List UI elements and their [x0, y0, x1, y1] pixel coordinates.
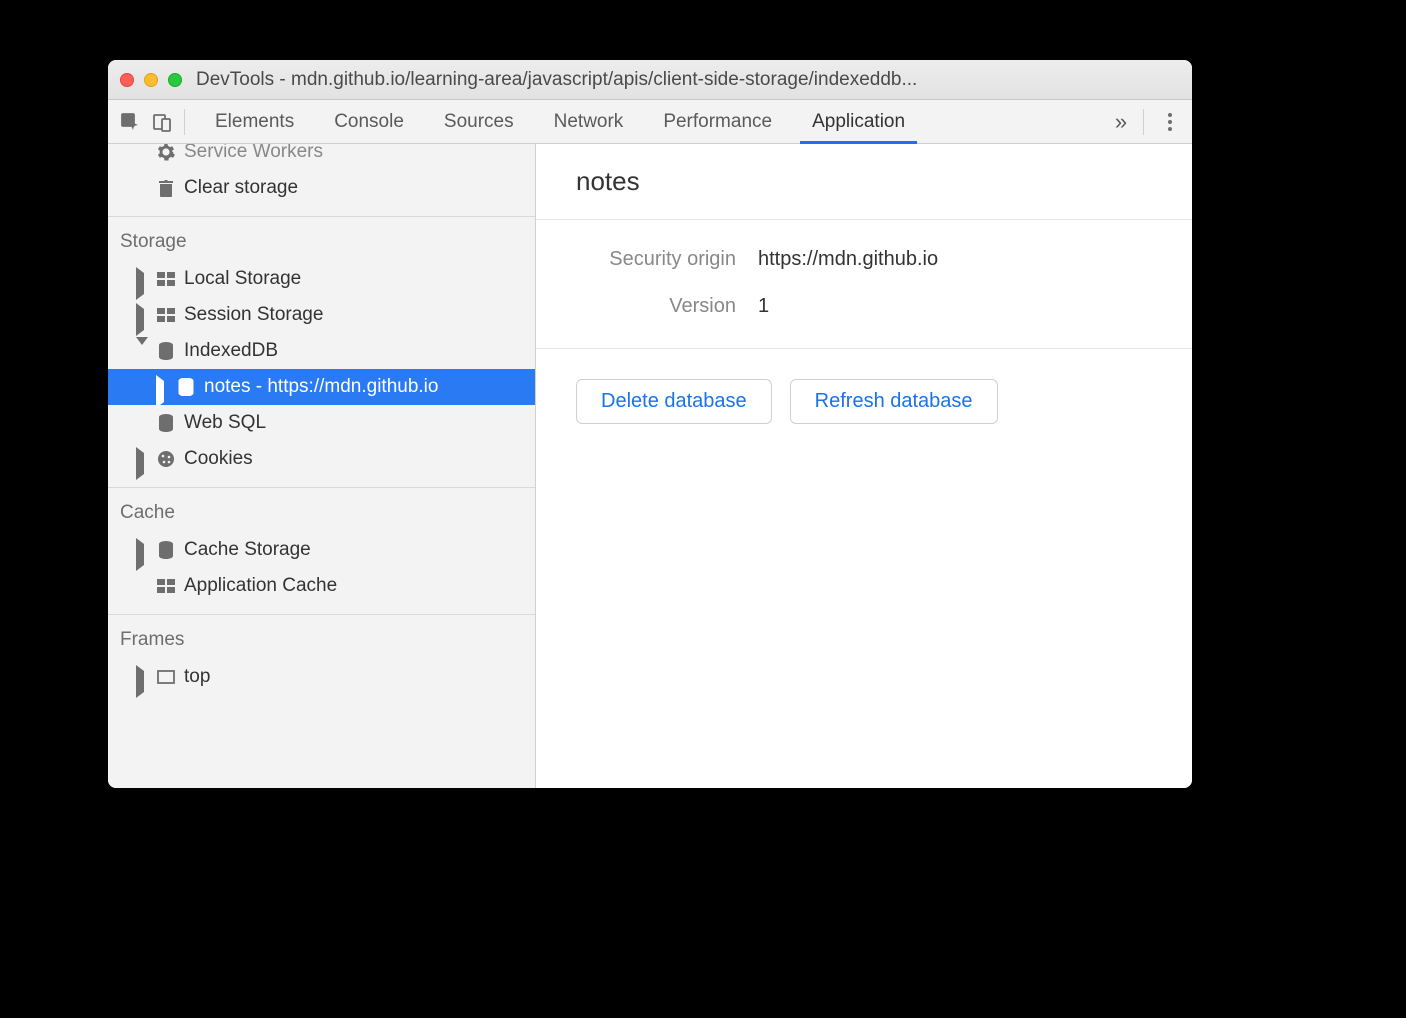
database-icon [176, 377, 196, 397]
sidebar-item-label: Session Storage [184, 304, 323, 326]
sidebar-group-frames: Frames [108, 615, 535, 659]
devtools-toolbar: Elements Console Sources Network Perform… [108, 100, 1192, 144]
sidebar-item-label: Cache Storage [184, 539, 311, 561]
database-icon [156, 413, 176, 433]
table-icon [156, 305, 176, 325]
version-value: 1 [758, 295, 769, 318]
database-properties: Security origin https://mdn.github.io Ve… [536, 220, 1192, 349]
tab-elements[interactable]: Elements [195, 100, 314, 143]
database-actions: Delete database Refresh database [536, 349, 1192, 454]
tab-application[interactable]: Application [792, 100, 925, 143]
sidebar-item-label: Local Storage [184, 268, 301, 290]
version-label: Version [576, 295, 736, 318]
frame-icon [156, 667, 176, 687]
sidebar-item-cookies[interactable]: Cookies [108, 441, 535, 477]
sidebar-item-label: Service Workers [184, 144, 323, 163]
sidebar-item-indexeddb[interactable]: IndexedDB [108, 333, 535, 369]
gear-icon [156, 144, 176, 162]
sidebar-item-clear-storage[interactable]: Clear storage [108, 170, 535, 206]
sidebar-item-label: notes - https://mdn.github.io [204, 376, 438, 398]
sidebar-item-label: Clear storage [184, 177, 298, 199]
toolbar-separator [184, 109, 185, 135]
window-title: DevTools - mdn.github.io/learning-area/j… [196, 69, 1180, 91]
tab-sources[interactable]: Sources [424, 100, 534, 143]
panel-tabs: Elements Console Sources Network Perform… [195, 100, 1105, 143]
devtools-menu-button[interactable] [1154, 106, 1186, 138]
sidebar-item-label: Web SQL [184, 412, 266, 434]
version-row: Version 1 [576, 295, 1152, 318]
sidebar-item-local-storage[interactable]: Local Storage [108, 261, 535, 297]
sidebar-item-notes-db[interactable]: notes - https://mdn.github.io [108, 369, 535, 405]
refresh-database-button[interactable]: Refresh database [790, 379, 998, 424]
database-detail-panel: notes Security origin https://mdn.github… [536, 144, 1192, 788]
security-origin-row: Security origin https://mdn.github.io [576, 248, 1152, 271]
sidebar-item-web-sql[interactable]: Web SQL [108, 405, 535, 441]
sidebar-item-label: Application Cache [184, 575, 337, 597]
tab-network[interactable]: Network [534, 100, 644, 143]
tab-console[interactable]: Console [314, 100, 424, 143]
sidebar-item-service-workers[interactable]: Service Workers [108, 144, 535, 170]
trash-icon [156, 178, 176, 198]
application-sidebar: Service Workers Clear storage Storage Lo… [108, 144, 536, 788]
security-origin-label: Security origin [576, 248, 736, 271]
zoom-window-button[interactable] [168, 73, 182, 87]
sidebar-item-application-cache[interactable]: Application Cache [108, 568, 535, 604]
sidebar-item-top-frame[interactable]: top [108, 659, 535, 695]
sidebar-group-storage: Storage [108, 217, 535, 261]
sidebar-item-label: IndexedDB [184, 340, 278, 362]
toolbar-separator [1143, 109, 1144, 135]
device-toolbar-icon[interactable] [146, 106, 178, 138]
database-name-heading: notes [536, 144, 1192, 220]
inspect-element-icon[interactable] [114, 106, 146, 138]
sidebar-item-cache-storage[interactable]: Cache Storage [108, 532, 535, 568]
sidebar-item-session-storage[interactable]: Session Storage [108, 297, 535, 333]
sidebar-group-cache: Cache [108, 488, 535, 532]
sidebar-item-label: Cookies [184, 448, 253, 470]
titlebar: DevTools - mdn.github.io/learning-area/j… [108, 60, 1192, 100]
database-icon [156, 540, 176, 560]
delete-database-button[interactable]: Delete database [576, 379, 772, 424]
security-origin-value: https://mdn.github.io [758, 248, 938, 271]
cookie-icon [156, 449, 176, 469]
table-icon [156, 269, 176, 289]
minimize-window-button[interactable] [144, 73, 158, 87]
panel-body: Service Workers Clear storage Storage Lo… [108, 144, 1192, 788]
overflow-tabs-button[interactable]: » [1105, 106, 1137, 138]
table-icon [156, 576, 176, 596]
tab-performance[interactable]: Performance [643, 100, 792, 143]
devtools-window: DevTools - mdn.github.io/learning-area/j… [108, 60, 1192, 788]
database-icon [156, 341, 176, 361]
window-controls [120, 73, 182, 87]
close-window-button[interactable] [120, 73, 134, 87]
sidebar-item-label: top [184, 666, 210, 688]
